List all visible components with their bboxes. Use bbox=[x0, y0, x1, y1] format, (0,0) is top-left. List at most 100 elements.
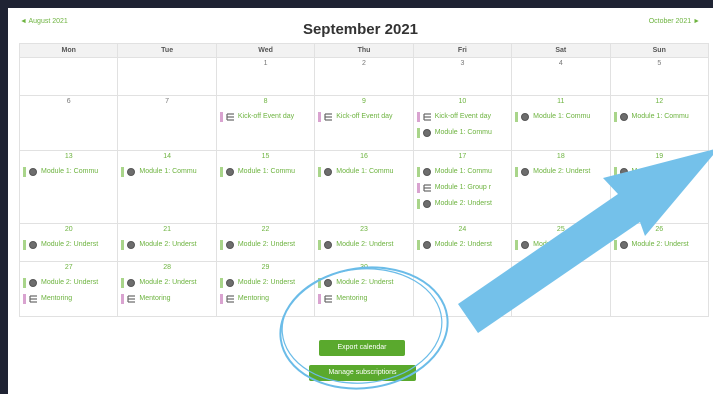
day-number[interactable]: 13 bbox=[23, 152, 114, 162]
day-cell[interactable]: 12 Module 1: Commu bbox=[609, 95, 710, 151]
day-cell[interactable]: 27 Module 2: Underst Mentoring bbox=[18, 261, 119, 317]
calendar-event[interactable]: Module 1: Commu bbox=[515, 110, 606, 123]
calendar-event[interactable]: Module 2: Underst bbox=[515, 238, 606, 251]
day-cell[interactable]: 1 bbox=[215, 57, 316, 96]
day-cell[interactable]: 13 Module 1: Commu bbox=[18, 150, 119, 224]
day-number[interactable]: 18 bbox=[515, 152, 606, 162]
globe-icon bbox=[422, 240, 431, 249]
event-title: Module 2: Underst bbox=[336, 279, 394, 286]
event-title: Module 1: Commu bbox=[631, 113, 689, 120]
day-number[interactable]: 29 bbox=[220, 263, 311, 273]
day-number[interactable]: 11 bbox=[515, 97, 606, 107]
calendar-event[interactable]: Module 1: Commu bbox=[23, 165, 114, 178]
day-cell[interactable]: 8 Kick-off Event day bbox=[215, 95, 316, 151]
day-number[interactable]: 30 bbox=[318, 263, 409, 273]
day-cell[interactable]: 29 Module 2: Underst Mentoring bbox=[215, 261, 316, 317]
day-cell[interactable]: 3 bbox=[412, 57, 513, 96]
day-cell[interactable]: 4 bbox=[511, 57, 611, 96]
calendar-event[interactable]: Mentoring bbox=[121, 292, 212, 305]
globe-icon bbox=[127, 240, 136, 249]
day-cell[interactable]: 22 Module 2: Underst bbox=[215, 223, 316, 262]
day-number[interactable]: 9 bbox=[318, 97, 409, 107]
day-cell[interactable]: 23 Module 2: Underst bbox=[314, 223, 414, 262]
calendar-event[interactable]: Module 2: Underst bbox=[219, 238, 311, 251]
calendar-event[interactable]: Module 2: Underst bbox=[416, 238, 508, 251]
day-cell[interactable]: 10 Kick-off Event day Module 1: Commu bbox=[412, 95, 513, 151]
day-cell[interactable]: 7 bbox=[117, 95, 217, 151]
day-number[interactable]: 20 bbox=[23, 225, 114, 235]
day-cell[interactable]: 15 Module 1: Commu bbox=[215, 150, 316, 224]
day-cell[interactable]: 5 bbox=[609, 57, 710, 96]
day-number[interactable]: 12 bbox=[614, 97, 705, 107]
day-number[interactable]: 10 bbox=[417, 97, 508, 107]
day-number[interactable]: 27 bbox=[23, 263, 114, 273]
calendar-event[interactable]: Module 1: Commu bbox=[219, 165, 311, 178]
globe-icon bbox=[324, 240, 333, 249]
list-icon bbox=[226, 112, 234, 121]
day-cell[interactable]: 19 Module 2: Underst bbox=[609, 150, 710, 224]
day-cell[interactable]: 18 Module 2: Underst bbox=[511, 150, 611, 224]
event-title: Module 1: Commu bbox=[434, 129, 492, 136]
day-number[interactable]: 17 bbox=[417, 152, 508, 162]
day-number[interactable]: 24 bbox=[417, 225, 508, 235]
day-cell[interactable]: 6 bbox=[18, 95, 119, 151]
day-cell[interactable]: 11 Module 1: Commu bbox=[511, 95, 611, 151]
calendar-event[interactable]: Module 2: Underst bbox=[416, 197, 508, 210]
day-cell[interactable]: 17 Module 1: Commu Module 1: Group r Module… bbox=[412, 150, 513, 224]
event-type-bar bbox=[121, 166, 125, 177]
calendar-event[interactable]: Module 2: Underst bbox=[318, 276, 409, 289]
calendar-event[interactable]: Module 1: Group r bbox=[416, 181, 508, 194]
calendar-event[interactable]: Module 2: Underst bbox=[515, 165, 606, 178]
calendar-event[interactable]: Module 2: Underst bbox=[23, 276, 114, 289]
calendar-event[interactable]: Kick-off Event day bbox=[416, 110, 508, 123]
day-cell[interactable]: 2 bbox=[314, 57, 414, 96]
next-month-link[interactable]: October 2021 ► bbox=[649, 18, 700, 25]
calendar-event[interactable]: Kick-off Event day bbox=[219, 110, 311, 123]
calendar-event[interactable]: Module 2: Underst bbox=[121, 276, 212, 289]
manage-subscriptions-button[interactable]: Manage subscriptions bbox=[309, 365, 416, 381]
day-number[interactable]: 16 bbox=[318, 152, 409, 162]
event-title: Module 2: Underst bbox=[237, 241, 296, 248]
calendar-event[interactable]: Module 2: Underst bbox=[613, 165, 705, 178]
day-number[interactable]: 14 bbox=[121, 152, 212, 162]
day-number[interactable]: 28 bbox=[121, 263, 212, 273]
day-number[interactable]: 23 bbox=[318, 225, 409, 235]
day-cell[interactable]: 24 Module 2: Underst bbox=[412, 223, 513, 262]
calendar-event[interactable]: Module 2: Underst bbox=[613, 238, 705, 251]
calendar-event[interactable]: Module 2: Underst bbox=[219, 276, 311, 289]
day-number: 6 bbox=[66, 98, 71, 105]
day-number[interactable]: 8 bbox=[220, 97, 311, 107]
calendar-event[interactable]: Module 1: Commu bbox=[613, 110, 705, 123]
day-cell[interactable]: 16 Module 1: Commu bbox=[314, 150, 414, 224]
week-row: 13 Module 1: Commu 14 Module 1: Commu 15 Modu… bbox=[18, 150, 710, 224]
day-number[interactable]: 22 bbox=[220, 225, 311, 235]
day-number[interactable]: 15 bbox=[220, 152, 311, 162]
calendar-event[interactable]: Module 1: Commu bbox=[318, 165, 409, 178]
day-number[interactable]: 25 bbox=[515, 225, 606, 235]
calendar-event[interactable]: Module 1: Commu bbox=[121, 165, 212, 178]
calendar-event[interactable]: Module 2: Underst bbox=[318, 238, 409, 251]
calendar-event[interactable]: Mentoring bbox=[219, 292, 311, 305]
day-number[interactable]: 26 bbox=[614, 225, 705, 235]
calendar-event[interactable]: Mentoring bbox=[23, 292, 114, 305]
calendar-event[interactable]: Mentoring bbox=[318, 292, 409, 305]
globe-icon bbox=[324, 167, 333, 176]
calendar-event[interactable]: Module 2: Underst bbox=[121, 238, 212, 251]
day-cell[interactable]: 26 Module 2: Underst bbox=[609, 223, 710, 262]
day-cell[interactable]: 14 Module 1: Commu bbox=[117, 150, 217, 224]
day-cell[interactable]: 20 Module 2: Underst bbox=[18, 223, 119, 262]
day-cell[interactable]: 30 Module 2: Underst Mentoring bbox=[314, 261, 414, 317]
day-cell[interactable]: 25 Module 2: Underst bbox=[511, 223, 611, 262]
day-number[interactable]: 19 bbox=[614, 152, 705, 162]
export-calendar-button[interactable]: Export calendar bbox=[319, 340, 405, 356]
day-cell[interactable]: 9 Kick-off Event day bbox=[314, 95, 414, 151]
event-type-bar bbox=[318, 166, 322, 177]
calendar-event[interactable]: Module 2: Underst bbox=[23, 238, 114, 251]
calendar-event[interactable]: Module 1: Commu bbox=[416, 126, 508, 139]
calendar-event[interactable]: Module 1: Commu bbox=[416, 165, 508, 178]
day-cell[interactable]: 21 Module 2: Underst bbox=[117, 223, 217, 262]
day-cell[interactable]: 28 Module 2: Underst Mentoring bbox=[117, 261, 217, 317]
day-number[interactable]: 21 bbox=[121, 225, 212, 235]
calendar-event[interactable]: Kick-off Event day bbox=[318, 110, 409, 123]
event-title: Module 2: Underst bbox=[139, 279, 197, 286]
